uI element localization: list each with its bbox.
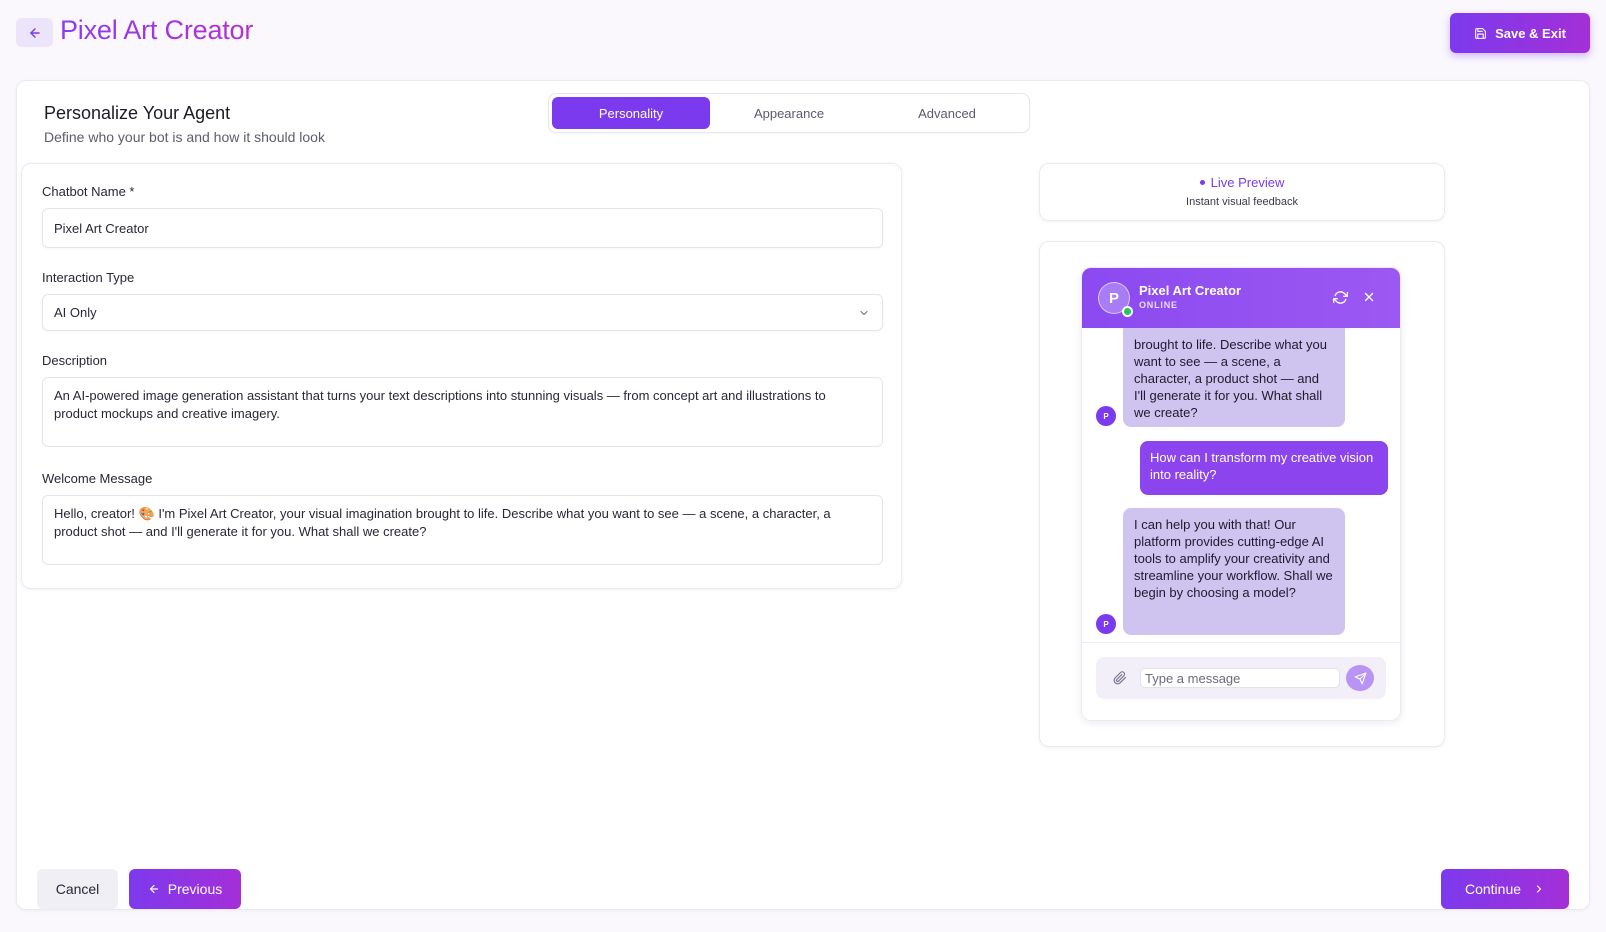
online-indicator [1122,306,1133,317]
chat-header: P Pixel Art Creator ONLINE [1082,268,1400,328]
welcome-message-textarea[interactable]: Hello, creator! 🎨 I'm Pixel Art Creator,… [42,495,883,565]
page-title: Pixel Art Creator [60,15,254,45]
chat-widget: P Pixel Art Creator ONLINE brought to li… [1081,267,1401,721]
send-button[interactable] [1346,665,1374,691]
live-dot-icon [1199,180,1205,185]
send-icon [1354,672,1366,684]
cancel-button[interactable]: Cancel [37,869,118,909]
section-title: Personalize Your Agent [44,103,231,123]
user-message: How can I transform my creative vision i… [1140,441,1388,495]
tab-personality[interactable]: Personality [552,97,710,129]
arrow-left-icon [29,27,40,38]
arrow-left-icon [149,884,158,894]
live-preview-title: Live Preview [1040,175,1444,190]
chat-footer: Type a message [1082,642,1400,720]
tab-advanced[interactable]: Advanced [868,97,1026,129]
live-preview-label: Live Preview [1210,175,1285,190]
interaction-type-value: AI Only [54,305,97,320]
chevron-right-icon [1536,885,1542,893]
chatbot-name-value: Pixel Art Creator [54,220,149,236]
previous-button[interactable]: Previous [129,869,241,909]
save-exit-button[interactable]: Save & Exit [1450,13,1590,53]
save-exit-label: Save & Exit [1495,25,1566,41]
bot-mini-avatar: P [1096,614,1116,634]
bot-message: brought to life. Describe what you want … [1123,328,1345,427]
paperclip-icon[interactable] [1113,671,1127,685]
back-button[interactable] [16,18,53,47]
tab-bar: Personality Appearance Advanced [548,93,1030,133]
message-composer: Type a message [1096,657,1386,699]
continue-label: Continue [1464,881,1522,897]
chevron-down-icon [860,311,868,315]
description-textarea[interactable]: An AI-powered image generation assistant… [42,377,883,447]
live-preview-subtitle: Instant visual feedback [1186,196,1298,208]
message-input[interactable]: Type a message [1140,668,1340,688]
close-icon[interactable] [1362,290,1376,304]
chatbot-name-label: Chatbot Name * [42,184,135,199]
tab-appearance[interactable]: Appearance [710,97,868,129]
interaction-type-label: Interaction Type [42,270,135,285]
chatbot-name-input[interactable]: Pixel Art Creator [42,208,883,248]
chat-bot-name: Pixel Art Creator [1139,283,1242,298]
bot-mini-avatar: P [1096,406,1116,426]
live-preview-card: Live Preview Instant visual feedback [1039,163,1445,221]
section-subtitle: Define who your bot is and how it should… [44,129,325,145]
chat-messages: brought to life. Describe what you want … [1082,328,1400,642]
chat-status: ONLINE [1139,300,1178,310]
interaction-type-select[interactable]: AI Only [42,294,883,331]
previous-label: Previous [167,881,223,897]
save-icon [1475,27,1486,39]
description-label: Description [42,353,108,368]
form-card: Chatbot Name * Pixel Art Creator Interac… [21,163,902,589]
bot-message: I can help you with that! Our platform p… [1123,508,1345,635]
welcome-message-label: Welcome Message [42,471,153,486]
refresh-icon[interactable] [1333,290,1348,305]
continue-button[interactable]: Continue [1441,869,1569,909]
